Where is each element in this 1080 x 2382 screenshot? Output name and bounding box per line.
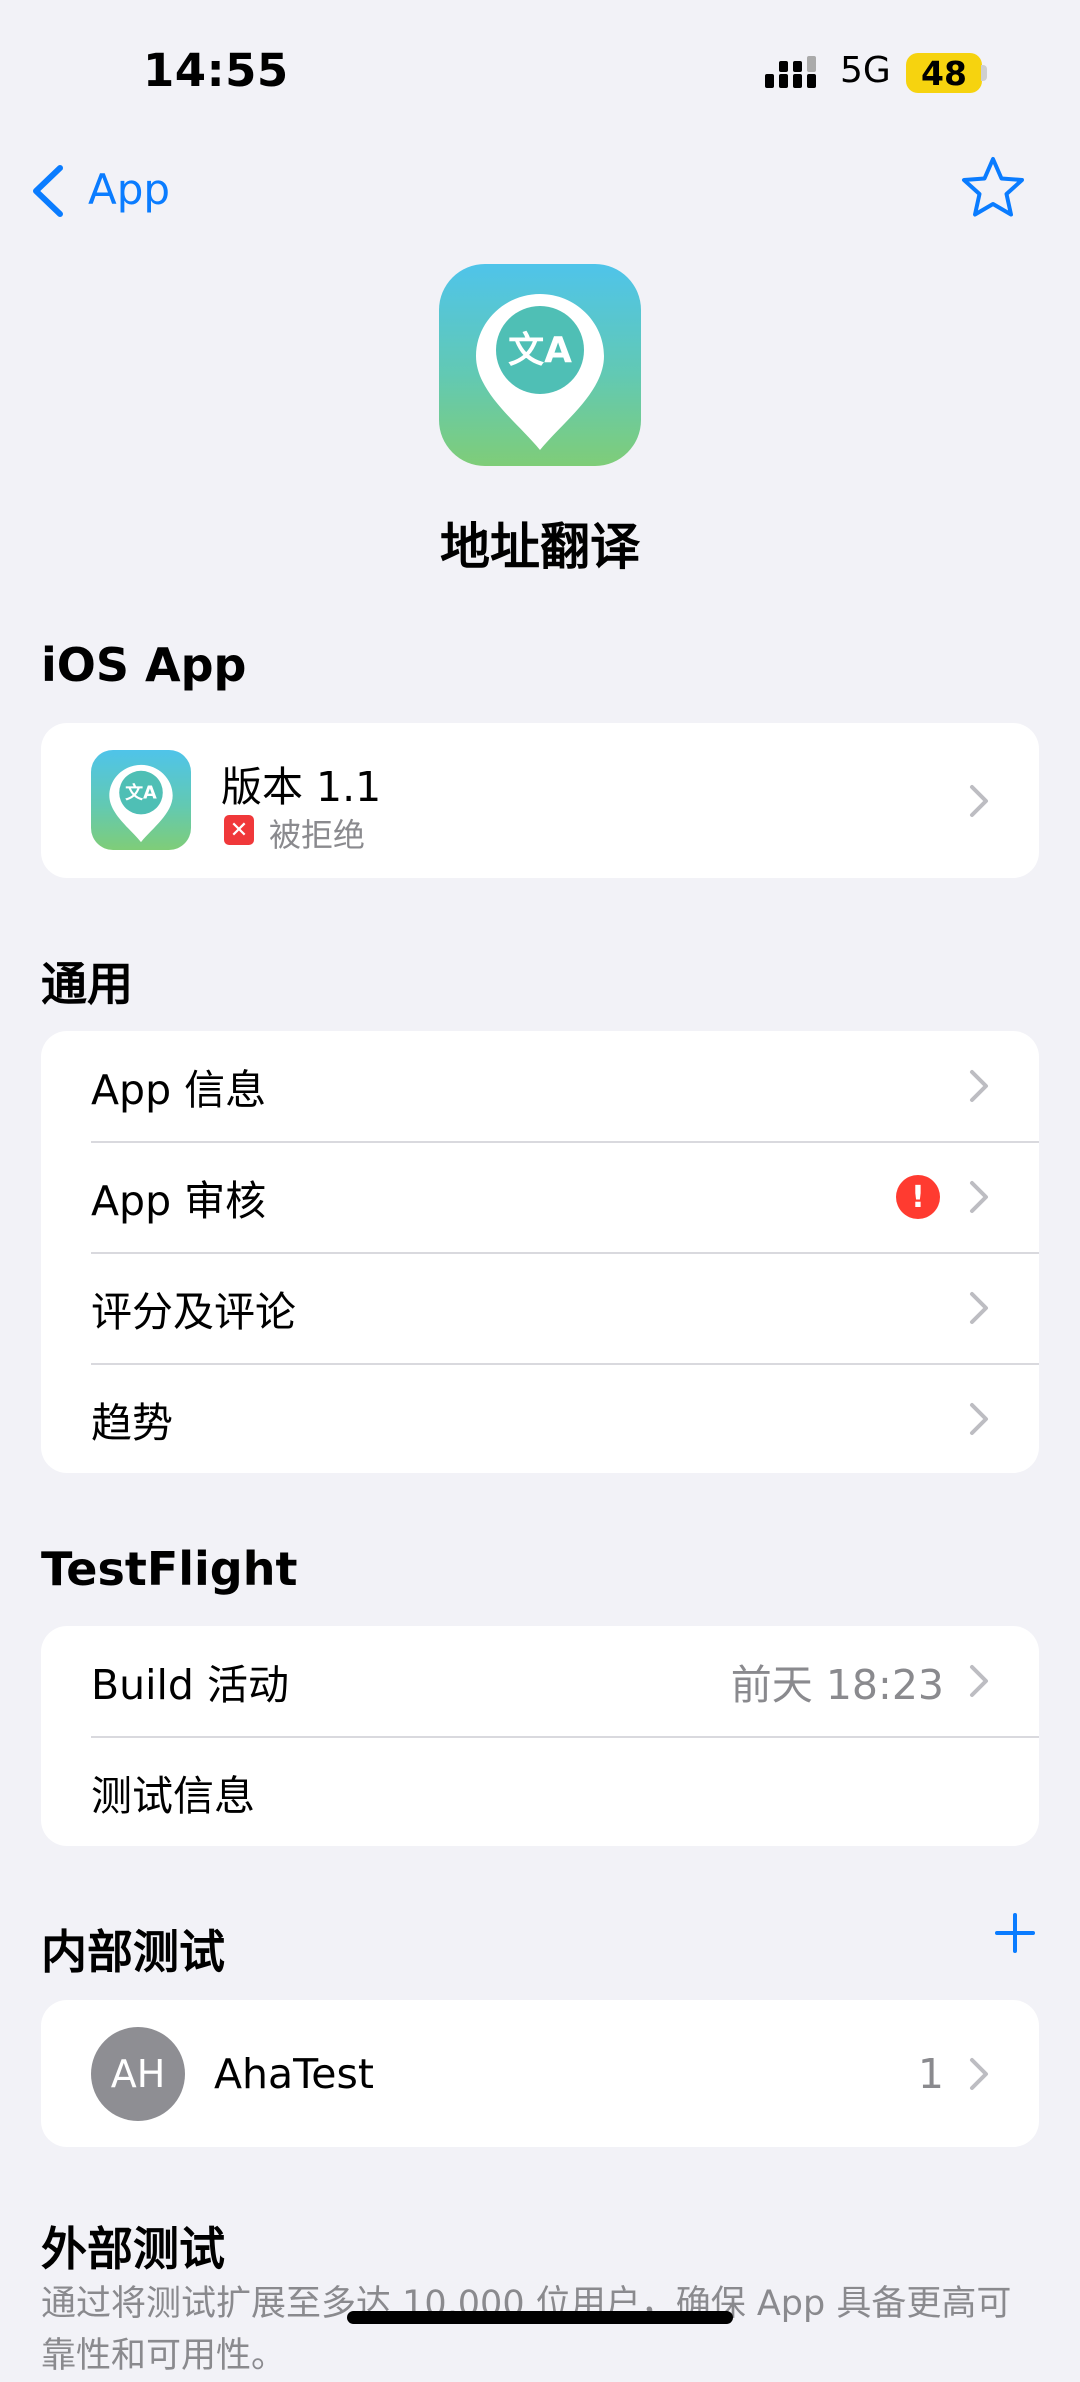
chevron-right-icon	[970, 784, 988, 817]
row-label: 评分及评论	[91, 1288, 296, 1336]
row-label: 趋势	[91, 1399, 173, 1447]
row-label: Build 活动	[91, 1661, 289, 1709]
group-name: AhaTest	[214, 2049, 374, 2098]
general-card: App 信息 App 审核 ! 评分及评论 趋势	[41, 1031, 1039, 1473]
group-count: 1	[917, 2049, 944, 2098]
section-header-external-testing: 外部测试	[41, 2222, 225, 2276]
chevron-right-icon	[970, 1070, 988, 1102]
status-time: 14:55	[143, 44, 289, 97]
row-label: App 审核	[91, 1177, 267, 1225]
chevron-right-icon	[970, 1181, 988, 1213]
version-label: 版本 1.1	[221, 763, 382, 811]
build-timestamp: 前天 18:23	[730, 1661, 944, 1709]
alert-icon: !	[896, 1175, 940, 1219]
star-icon[interactable]	[960, 155, 1026, 221]
row-trends[interactable]: 趋势	[41, 1364, 1039, 1474]
section-header-general: 通用	[41, 957, 133, 1011]
testflight-card: Build 活动 前天 18:23 测试信息	[41, 1626, 1039, 1846]
external-testing-description: 通过将测试扩展至多达 10,000 位用户，确保 App 具备更高可靠性和可用性…	[41, 2284, 1012, 2376]
version-status: 被拒绝	[269, 816, 366, 854]
translate-pin-icon: 文A	[109, 764, 173, 843]
section-header-internal-testing: 内部测试	[41, 1925, 225, 1979]
version-app-icon: 文A	[91, 750, 191, 850]
translate-pin-icon: 文A	[476, 294, 604, 450]
back-button[interactable]: App	[88, 165, 170, 214]
svg-text:文A: 文A	[125, 782, 157, 804]
network-type: 5G	[840, 50, 891, 91]
chevron-right-icon	[970, 2057, 988, 2090]
icon-glyph: 文A	[508, 330, 572, 371]
row-label: 测试信息	[91, 1772, 255, 1820]
chevron-right-icon	[970, 1403, 988, 1435]
rejected-icon: ✕	[224, 815, 254, 845]
battery-icon: 48	[906, 53, 982, 93]
internal-group-card[interactable]: AH AhaTest 1	[41, 2000, 1039, 2147]
plus-icon[interactable]	[994, 1912, 1036, 1954]
home-indicator[interactable]	[347, 2311, 733, 2324]
back-chevron-icon[interactable]	[30, 164, 64, 218]
row-ratings-reviews[interactable]: 评分及评论	[41, 1253, 1039, 1363]
app-icon: 文A	[439, 264, 641, 466]
battery-cap	[981, 65, 987, 81]
signal-icon	[765, 56, 816, 88]
app-name: 地址翻译	[440, 518, 640, 576]
chevron-right-icon	[970, 1292, 988, 1324]
chevron-right-icon	[970, 1665, 988, 1697]
version-card[interactable]: 文A 版本 1.1 ✕ 被拒绝	[41, 723, 1039, 878]
row-build-activity[interactable]: Build 活动 前天 18:23	[41, 1626, 1039, 1736]
avatar: AH	[91, 2027, 185, 2121]
row-label: App 信息	[91, 1066, 267, 1114]
row-app-review[interactable]: App 审核 !	[41, 1142, 1039, 1252]
section-header-ios-app: iOS App	[41, 638, 247, 692]
section-header-testflight: TestFlight	[41, 1542, 298, 1596]
row-app-info[interactable]: App 信息	[41, 1031, 1039, 1141]
row-test-info[interactable]: 测试信息	[41, 1737, 1039, 1847]
